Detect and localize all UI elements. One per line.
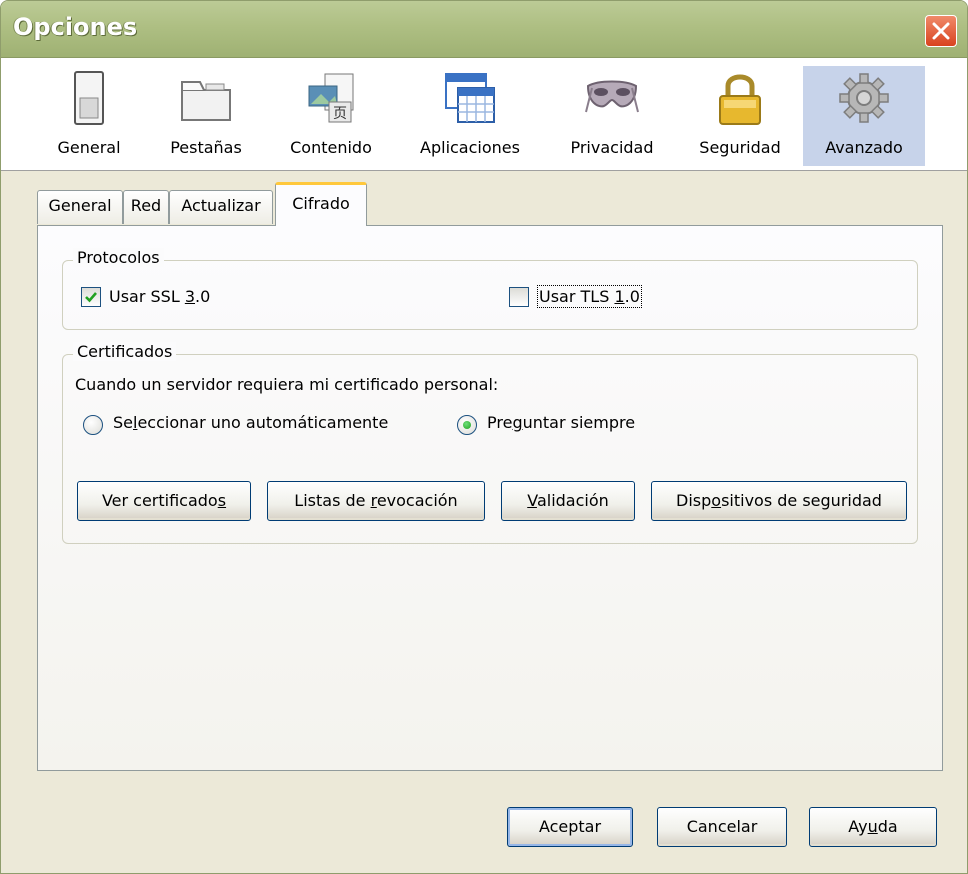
close-icon: [932, 22, 950, 40]
help-button[interactable]: Ayuda: [809, 807, 937, 847]
category-general[interactable]: General: [39, 66, 139, 166]
svg-text:页: 页: [333, 106, 347, 122]
applications-calendar-icon: [445, 73, 495, 123]
ask-always-label[interactable]: Preguntar siempre: [487, 413, 635, 432]
ssl-checkbox[interactable]: [81, 287, 101, 307]
auto-select-label[interactable]: Seleccionar uno automáticamente: [113, 413, 388, 432]
protocols-group: Protocolos Usar SSL 3.0 Usar TLS 1.0: [62, 248, 918, 330]
gear-icon: [839, 73, 889, 123]
security-devices-button[interactable]: Dispositivos de seguridad: [651, 481, 907, 521]
category-label: Privacidad: [570, 138, 654, 157]
accept-button[interactable]: Aceptar: [507, 807, 633, 847]
ssl-label[interactable]: Usar SSL 3.0: [109, 287, 210, 306]
radio-selected-dot: [463, 421, 471, 429]
category-label: Contenido: [290, 138, 372, 157]
tab-encryption[interactable]: Cifrado: [275, 182, 367, 226]
revocation-lists-button[interactable]: Listas de revocación: [267, 481, 485, 521]
tab-label: Actualizar: [181, 196, 261, 215]
category-tabs[interactable]: Pestañas: [153, 66, 259, 166]
category-label: Pestañas: [170, 138, 242, 157]
mask-icon: [585, 80, 639, 113]
tab-label: Cifrado: [292, 194, 350, 213]
general-switch-icon: [74, 71, 104, 125]
tab-label: Red: [130, 196, 162, 215]
checkmark-icon: [85, 292, 97, 303]
tab-label: General: [48, 196, 112, 215]
category-security[interactable]: Seguridad: [685, 66, 795, 166]
category-label: Avanzado: [825, 138, 903, 157]
certificates-legend: Certificados: [73, 342, 177, 361]
close-button[interactable]: [925, 15, 957, 47]
category-label: General: [57, 138, 121, 157]
tab-general[interactable]: General: [37, 190, 123, 224]
cancel-button[interactable]: Cancelar: [657, 807, 787, 847]
tab-network[interactable]: Red: [123, 190, 169, 224]
tls-checkbox[interactable]: [509, 287, 529, 307]
category-label: Aplicaciones: [420, 138, 520, 157]
padlock-icon: [719, 74, 761, 125]
auto-select-radio[interactable]: [83, 415, 103, 435]
category-label: Seguridad: [699, 138, 781, 157]
encryption-panel: Protocolos Usar SSL 3.0 Usar TLS 1.0 Cer…: [37, 225, 943, 771]
category-advanced[interactable]: Avanzado: [803, 66, 925, 166]
options-window: Opciones General Pestañas 页 Contenido Ap…: [0, 0, 968, 874]
category-privacy[interactable]: Privacidad: [549, 66, 675, 166]
window-title: Opciones: [13, 13, 138, 41]
content-icon: 页: [308, 73, 354, 123]
validation-button[interactable]: Validación: [501, 481, 635, 521]
protocols-legend: Protocolos: [73, 248, 164, 267]
view-certificates-button[interactable]: Ver certificados: [77, 481, 251, 521]
category-content[interactable]: 页 Contenido: [273, 66, 389, 166]
certificates-group: Certificados Cuando un servidor requiera…: [62, 342, 918, 544]
certificate-prompt: Cuando un servidor requiera mi certifica…: [75, 375, 499, 394]
tabs-folder-icon: [181, 81, 231, 121]
tab-update[interactable]: Actualizar: [169, 190, 273, 224]
category-applications[interactable]: Aplicaciones: [405, 66, 535, 166]
ask-always-radio[interactable]: [457, 415, 477, 435]
title-bar[interactable]: Opciones: [1, 1, 967, 58]
category-toolbar: General Pestañas 页 Contenido Aplicacione…: [1, 58, 967, 171]
tls-label[interactable]: Usar TLS 1.0: [537, 285, 642, 308]
